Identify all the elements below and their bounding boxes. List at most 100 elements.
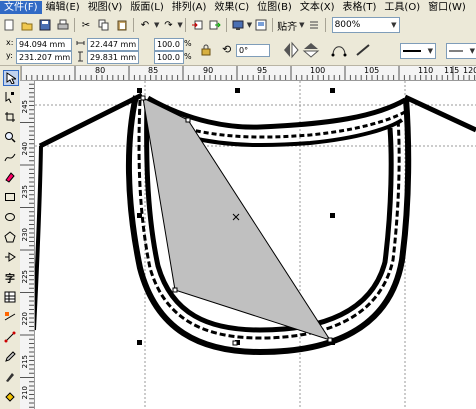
ruler-tick-label: 115 [444, 66, 460, 75]
shoulder-line-right [403, 94, 476, 133]
close-curve-icon[interactable] [330, 40, 348, 60]
width-field[interactable]: 22.447 mm [87, 38, 139, 51]
drawing-graphic [35, 81, 476, 409]
menu-text[interactable]: 文本(X) [296, 1, 339, 14]
scale-y-field[interactable]: 100.0 [154, 51, 184, 64]
x-position-field[interactable]: 94.094 mm [16, 38, 72, 51]
property-bar: x: 94.094 mm y: 231.207 mm 22.447 mm 29.… [0, 35, 476, 66]
path-node [327, 337, 333, 343]
ruler-tick-label: 90 [203, 66, 214, 75]
path-node [140, 95, 146, 101]
menu-view[interactable]: 视图(V) [84, 1, 127, 14]
arrowhead-dropdown[interactable]: ▼ [446, 43, 476, 59]
menu-bar: 文件(F) 编辑(E) 视图(V) 版面(L) 排列(A) 效果(C) 位图(B… [0, 0, 476, 16]
text-tool-icon[interactable]: 字 [3, 270, 17, 285]
toolbar-separator [74, 18, 75, 32]
undo-icon[interactable]: ↶ [138, 18, 152, 32]
selection-handle [235, 88, 240, 93]
toolbar-separator [184, 18, 186, 32]
rotation-unit: ° [244, 46, 249, 55]
menu-tools[interactable]: 工具(O) [380, 1, 424, 14]
path-node [232, 340, 238, 346]
crop-tool-icon[interactable] [3, 110, 17, 124]
mirror-horizontal-icon[interactable] [282, 40, 300, 60]
new-document-icon[interactable] [2, 18, 16, 32]
dimension-tool-icon[interactable] [3, 310, 17, 324]
ellipse-tool-icon[interactable] [3, 210, 17, 224]
fill-tool-icon[interactable] [3, 390, 17, 404]
basic-shapes-tool-icon[interactable] [3, 250, 17, 264]
scale-x-field[interactable]: 100.0 [154, 38, 184, 51]
line-style-dropdown[interactable]: ▼ [400, 43, 436, 59]
table-tool-icon[interactable] [3, 290, 17, 304]
chevron-down-icon: ▼ [391, 21, 397, 29]
freehand-tool-icon[interactable] [3, 150, 17, 164]
redo-icon[interactable]: ↷ [161, 18, 175, 32]
outline-tool-icon[interactable] [3, 370, 17, 384]
ruler-tick-label: 120 [463, 66, 476, 75]
selection-handle [330, 88, 335, 93]
toolbar-separator [324, 18, 326, 32]
shape-tool-icon[interactable] [3, 90, 17, 104]
connector-tool-icon[interactable] [3, 330, 17, 344]
menu-file[interactable]: 文件(F) [0, 1, 42, 14]
rotation-icon: ⟲ [222, 43, 232, 56]
menu-effects[interactable]: 效果(C) [210, 1, 253, 14]
selection-handle [137, 213, 142, 218]
path-node [185, 117, 191, 123]
scale-x-unit: % [184, 39, 192, 48]
mirror-vertical-icon[interactable] [302, 40, 320, 60]
export-icon[interactable] [208, 18, 222, 32]
eyedropper-tool-icon[interactable] [3, 350, 17, 364]
ruler-tick-label: 220 [21, 312, 29, 326]
cut-icon[interactable]: ✂ [79, 18, 93, 32]
zoom-level-value: 800% [334, 20, 361, 30]
height-field[interactable]: 29.831 mm [87, 51, 139, 64]
import-icon[interactable] [190, 18, 204, 32]
application-launcher-icon[interactable] [231, 18, 245, 32]
drawing-canvas[interactable] [35, 81, 476, 409]
x-position-label: x: [6, 38, 14, 47]
polygon-tool-icon[interactable] [3, 230, 17, 244]
welcome-screen-icon[interactable] [254, 18, 268, 32]
menu-window[interactable]: 窗口(W) [424, 1, 470, 14]
zoom-level-dropdown[interactable]: 800% ▼ [331, 17, 400, 33]
y-position-field[interactable]: 231.207 mm [16, 51, 72, 64]
outline-width-icon[interactable] [354, 40, 372, 60]
selection-handle [330, 213, 335, 218]
menu-bitmaps[interactable]: 位图(B) [253, 1, 296, 14]
redo-dropdown-icon[interactable]: ▼ [177, 21, 182, 29]
zoom-tool-icon[interactable] [3, 130, 17, 144]
smart-fill-tool-icon[interactable] [3, 170, 17, 184]
pick-tool-icon[interactable] [3, 70, 19, 86]
vertical-ruler[interactable]: 245 240 235 230 225 220 215 210 [20, 80, 35, 409]
shoulder-line-left [38, 92, 144, 149]
options-icon[interactable] [307, 18, 321, 32]
chevron-down-icon: ▼ [427, 47, 433, 55]
horizontal-ruler[interactable]: 80 85 90 95 100 105 110 115 120 [21, 66, 476, 81]
menu-layout[interactable]: 版面(L) [126, 1, 167, 14]
toolbar-separator [225, 18, 227, 32]
height-icon [76, 51, 85, 62]
paste-icon[interactable] [115, 18, 129, 32]
launcher-dropdown-icon[interactable]: ▼ [247, 21, 252, 29]
toolbar-separator [133, 18, 134, 32]
snap-dropdown-icon[interactable]: ▼ [299, 21, 304, 29]
save-icon[interactable] [38, 18, 52, 32]
selection-handle [137, 88, 142, 93]
ruler-tick-label: 95 [257, 66, 268, 75]
undo-dropdown-icon[interactable]: ▼ [154, 21, 159, 29]
rectangle-tool-icon[interactable] [3, 190, 17, 204]
print-icon[interactable] [56, 18, 70, 32]
menu-arrange[interactable]: 排列(A) [168, 1, 211, 14]
snap-to-label[interactable]: 贴齐 [277, 18, 297, 33]
y-position-label: y: [6, 51, 13, 60]
open-folder-icon[interactable] [20, 18, 34, 32]
menu-edit[interactable]: 编辑(E) [42, 1, 84, 14]
copy-icon[interactable] [97, 18, 111, 32]
menu-table[interactable]: 表格(T) [339, 1, 381, 14]
selection-handle [137, 340, 142, 345]
width-icon [76, 38, 85, 49]
lock-ratio-icon[interactable] [200, 44, 212, 56]
rotation-field[interactable]: 0° [236, 44, 270, 57]
